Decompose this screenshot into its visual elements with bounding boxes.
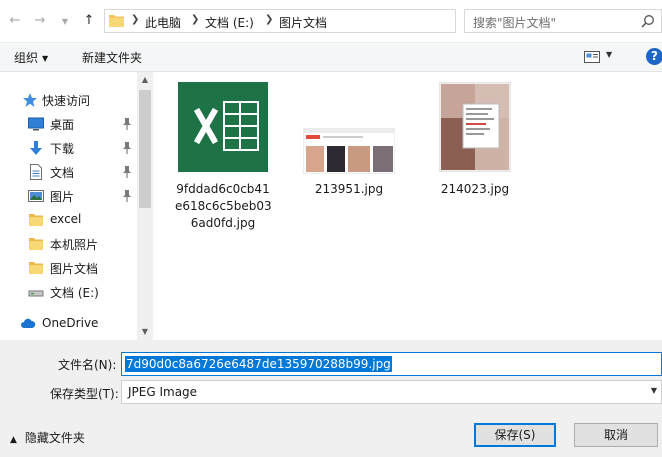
file-list: 9fddad6c0cb41 e618c6c5beb03 6ad0fd.jpg 2…	[153, 72, 662, 340]
nav-item-label: 图片文档	[50, 262, 99, 276]
search-icon	[641, 15, 654, 28]
view-options-chevron-icon[interactable]: ▼	[606, 50, 612, 59]
file-name: 214023.jpg	[440, 182, 510, 196]
file-name: 9fddad6c0cb41 e618c6c5beb03 6ad0fd.jpg	[175, 181, 272, 232]
file-name-line: e618c6c5beb03	[175, 199, 272, 213]
filename-value: 7d90d0c8a6726e6487de135970288b99.jpg	[125, 356, 392, 372]
nav-item-label: 图片	[50, 190, 75, 204]
organize-menu[interactable]: 组织 ▼	[14, 49, 48, 66]
address-bar-row: ← → ▼ ↑ ❯ 此电脑 ❯ 文档 (E:) ❯ 图片文档 ▼ ↻ 搜索"图片…	[0, 0, 662, 42]
organize-label: 组织	[14, 51, 39, 65]
file-item[interactable]: 9fddad6c0cb41 e618c6c5beb03 6ad0fd.jpg	[175, 82, 272, 232]
filename-input[interactable]: 7d90d0c8a6726e6487de135970288b99.jpg	[121, 352, 662, 376]
recent-locations-chevron-icon[interactable]: ▼	[56, 13, 74, 31]
up-arrow-icon[interactable]: ↑	[80, 12, 98, 30]
nav-item-downloads[interactable]: 下载	[0, 136, 137, 160]
breadcrumb-this-pc[interactable]: 此电脑	[145, 14, 181, 31]
nav-item-drive-e[interactable]: 文档 (E:)	[0, 280, 137, 304]
folder-icon	[109, 15, 124, 27]
chevron-down-icon: ▼	[42, 54, 49, 63]
toolbar: 组织 ▼ 新建文件夹 ▼ ?	[0, 42, 662, 72]
search-placeholder: 搜索"图片文档"	[473, 16, 557, 30]
filename-label: 文件名(N):	[58, 358, 117, 372]
nav-item-label: excel	[50, 212, 82, 226]
star-icon	[23, 93, 37, 107]
nav-item-picture-docs[interactable]: 图片文档	[0, 256, 137, 280]
nav-item-desktop[interactable]: 桌面	[0, 112, 137, 136]
scroll-up-icon[interactable]: ▲	[137, 72, 153, 88]
pin-icon[interactable]	[122, 118, 132, 130]
new-folder-button[interactable]: 新建文件夹	[82, 49, 142, 66]
nav-onedrive[interactable]: OneDrive	[0, 312, 137, 336]
pin-icon[interactable]	[122, 166, 132, 178]
folder-icon	[29, 214, 43, 226]
breadcrumb-drive-e[interactable]: 文档 (E:)	[205, 14, 254, 31]
breadcrumb-separator-icon: ❯	[265, 14, 274, 25]
folder-icon	[29, 238, 43, 250]
breadcrumb-separator-icon: ❯	[131, 14, 140, 25]
nav-item-excel[interactable]: excel	[0, 208, 137, 232]
download-icon	[30, 141, 42, 155]
chevron-up-icon: ▲	[10, 435, 17, 445]
view-options-icon[interactable]	[584, 50, 600, 64]
nav-quick-access-label: 快速访问	[42, 94, 91, 108]
file-item[interactable]: 213951.jpg	[301, 127, 397, 198]
image-thumbnail	[302, 127, 396, 175]
image-thumbnail	[438, 81, 512, 173]
file-name-line: 9fddad6c0cb41	[176, 182, 270, 196]
breadcrumb-current-folder[interactable]: 图片文档	[279, 14, 327, 31]
filetype-label: 保存类型(T):	[50, 387, 119, 401]
excel-icon	[178, 82, 268, 172]
nav-onedrive-label: OneDrive	[42, 316, 99, 330]
pin-icon[interactable]	[122, 190, 132, 202]
search-input[interactable]: 搜索"图片文档"	[464, 9, 662, 33]
nav-item-label: 文档 (E:)	[50, 286, 99, 300]
filetype-select[interactable]: JPEG Image ▼	[121, 380, 662, 404]
navigation-pane: 快速访问 桌面 下载 文档 图片 excel 本机照片 图片文档 文档 (E:)…	[0, 72, 153, 340]
nav-item-documents[interactable]: 文档	[0, 160, 137, 184]
nav-item-label: 桌面	[50, 118, 75, 132]
hide-folders-toggle[interactable]: ▲ 隐藏文件夹	[10, 429, 85, 446]
desktop-icon	[28, 117, 44, 131]
save-form: 文件名(N): 7d90d0c8a6726e6487de135970288b99…	[0, 340, 662, 457]
save-button[interactable]: 保存(S)	[474, 423, 556, 447]
back-arrow-icon[interactable]: ←	[6, 12, 24, 30]
folder-icon	[29, 262, 43, 274]
cloud-icon	[21, 318, 36, 328]
address-box[interactable]: ❯ 此电脑 ❯ 文档 (E:) ❯ 图片文档 ▼ ↻	[104, 9, 548, 33]
chevron-down-icon: ▼	[650, 386, 657, 395]
filetype-value: JPEG Image	[128, 385, 198, 399]
cancel-button[interactable]: 取消	[574, 423, 658, 447]
nav-quick-access[interactable]: 快速访问	[0, 88, 137, 112]
pin-icon[interactable]	[122, 142, 132, 154]
nav-item-label: 文档	[50, 166, 75, 180]
file-item[interactable]: 214023.jpg	[427, 81, 523, 198]
document-icon	[30, 164, 42, 180]
nav-item-label: 本机照片	[50, 238, 99, 252]
nav-item-local-photos[interactable]: 本机照片	[0, 232, 137, 256]
nav-scrollbar[interactable]: ▲ ▼	[137, 72, 153, 340]
nav-item-pictures[interactable]: 图片	[0, 184, 137, 208]
scroll-down-icon[interactable]: ▼	[137, 324, 153, 340]
hide-folders-label: 隐藏文件夹	[24, 431, 85, 445]
scroll-thumb[interactable]	[139, 90, 151, 208]
help-icon[interactable]: ?	[646, 48, 662, 65]
drive-icon	[28, 290, 44, 297]
file-name-line: 6ad0fd.jpg	[190, 216, 256, 230]
nav-item-label: 下载	[50, 142, 75, 156]
breadcrumb-separator-icon: ❯	[191, 14, 200, 25]
file-name: 213951.jpg	[314, 182, 384, 196]
forward-arrow-icon[interactable]: →	[31, 12, 49, 30]
pictures-icon	[28, 190, 44, 202]
